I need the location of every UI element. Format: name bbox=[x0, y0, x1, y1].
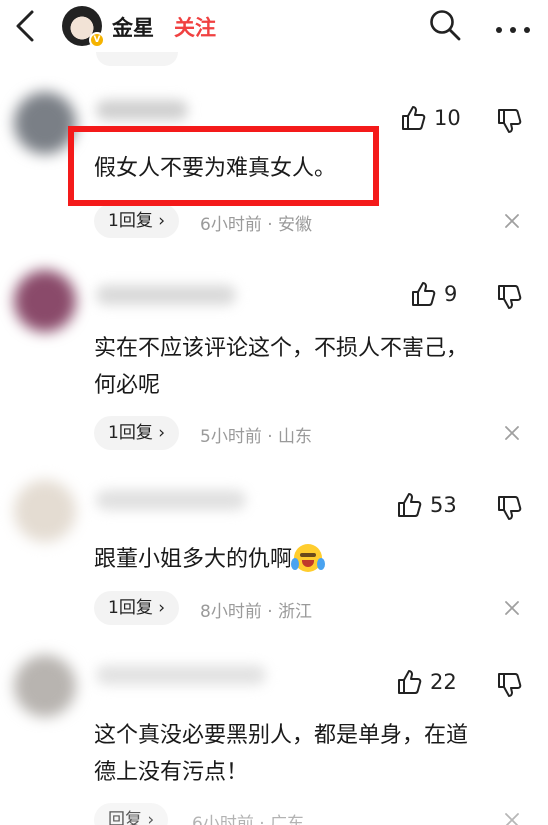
dislike-button[interactable] bbox=[496, 672, 522, 698]
thumbs-down-icon bbox=[498, 673, 522, 697]
comment-text-line: 德上没有污点！ bbox=[94, 760, 249, 785]
avatar[interactable] bbox=[14, 480, 76, 542]
reply-button[interactable]: 1回复 › bbox=[94, 416, 180, 450]
comment-time: 6小时前 bbox=[200, 215, 262, 235]
meta-separator: · bbox=[261, 427, 279, 447]
thumbs-down-icon bbox=[498, 496, 522, 520]
close-icon[interactable] bbox=[501, 422, 523, 444]
page-title[interactable]: 金星 bbox=[112, 12, 154, 42]
username[interactable] bbox=[96, 665, 266, 685]
highlight-box bbox=[68, 126, 379, 206]
comment-text-line: 何必呢 bbox=[94, 373, 161, 398]
meta-separator: · bbox=[261, 215, 279, 235]
comment-text: 跟董小姐多大的仇啊 bbox=[94, 541, 514, 578]
comment-time: 5小时前 bbox=[200, 427, 262, 447]
comment-location: 山东 bbox=[278, 427, 313, 447]
close-icon[interactable] bbox=[501, 210, 523, 232]
thumbs-up-icon bbox=[398, 670, 422, 694]
like-count: 22 bbox=[430, 670, 457, 694]
like-button[interactable]: 10 bbox=[400, 105, 461, 131]
close-icon[interactable] bbox=[501, 809, 523, 825]
follow-button[interactable]: 关注 bbox=[174, 12, 216, 42]
comment-meta: 5小时前 · 山东 bbox=[200, 422, 312, 447]
top-bar: V 金星 关注 bbox=[0, 0, 548, 58]
comment-location: 安徽 bbox=[278, 215, 313, 235]
avatar[interactable] bbox=[14, 270, 76, 332]
like-button[interactable]: 53 bbox=[396, 492, 457, 518]
dislike-button[interactable] bbox=[496, 495, 522, 521]
username[interactable] bbox=[96, 100, 188, 120]
comment-text-content: 跟董小姐多大的仇啊 bbox=[94, 547, 293, 572]
username[interactable] bbox=[96, 285, 236, 305]
comment-meta: 6小时前 · 安徽 bbox=[200, 210, 312, 235]
comment-meta: 8小时前 · 浙江 bbox=[200, 597, 312, 622]
more-icon[interactable] bbox=[494, 20, 532, 33]
comment-location: 广东 bbox=[270, 814, 305, 825]
reply-button[interactable]: 1回复 › bbox=[94, 591, 180, 625]
comment-text-line: 实在不应该评论这个，不损人不害己， bbox=[94, 336, 469, 361]
like-count: 53 bbox=[430, 493, 457, 517]
reply-button[interactable]: 回复 › bbox=[94, 803, 169, 825]
avatar[interactable] bbox=[14, 92, 76, 154]
like-count: 9 bbox=[444, 282, 458, 306]
username[interactable] bbox=[96, 490, 246, 510]
like-button[interactable]: 22 bbox=[396, 669, 457, 695]
comment-text-line: 这个真没必要黑别人，都是单身，在道 bbox=[94, 723, 469, 748]
verified-badge: V bbox=[89, 32, 105, 48]
comment-text: 实在不应该评论这个，不损人不害己， 何必呢 bbox=[94, 330, 514, 404]
like-count: 10 bbox=[434, 106, 461, 130]
comment-time: 8小时前 bbox=[200, 602, 262, 622]
meta-separator: · bbox=[261, 602, 279, 622]
back-icon[interactable] bbox=[10, 8, 40, 44]
meta-separator: · bbox=[253, 814, 271, 825]
thumbs-down-icon bbox=[498, 285, 522, 309]
reply-button[interactable]: 1回复 › bbox=[94, 204, 180, 238]
comment-text: 这个真没必要黑别人，都是单身，在道 德上没有污点！ bbox=[94, 717, 514, 791]
like-button[interactable]: 9 bbox=[410, 281, 457, 307]
thumbs-up-icon bbox=[398, 493, 422, 517]
close-icon[interactable] bbox=[501, 597, 523, 619]
comment-time: 6小时前 bbox=[192, 814, 254, 825]
laughing-crying-emoji bbox=[291, 544, 326, 572]
previous-reply-pill bbox=[96, 52, 178, 66]
thumbs-up-icon bbox=[412, 282, 436, 306]
dislike-button[interactable] bbox=[496, 284, 522, 310]
search-icon[interactable] bbox=[428, 8, 462, 42]
dislike-button[interactable] bbox=[496, 108, 522, 134]
thumbs-up-icon bbox=[402, 106, 426, 130]
comment-location: 浙江 bbox=[278, 602, 313, 622]
comment-meta: 6小时前 · 广东 bbox=[192, 809, 304, 825]
avatar[interactable] bbox=[14, 655, 76, 717]
thumbs-down-icon bbox=[498, 109, 522, 133]
avatar[interactable]: V bbox=[62, 6, 105, 48]
